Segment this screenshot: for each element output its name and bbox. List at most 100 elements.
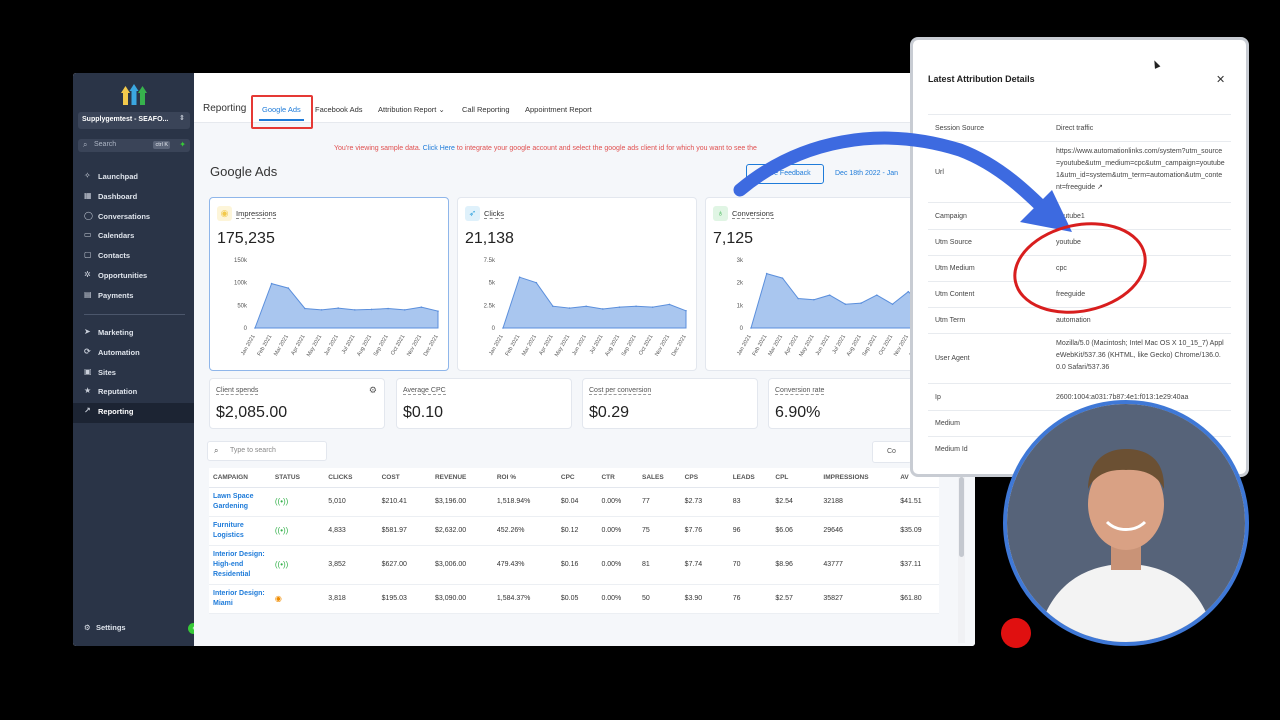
bolt-icon[interactable]: ✦ bbox=[179, 140, 186, 149]
attribution-value[interactable]: https://www.automationlinks.com/system?u… bbox=[1056, 146, 1226, 194]
column-header-status[interactable]: STATUS bbox=[270, 468, 325, 488]
cell-cpl: $2.57 bbox=[771, 584, 820, 614]
table-search-input[interactable]: ⌕ Type to search bbox=[207, 441, 327, 461]
y-tick-label: 50k bbox=[237, 303, 248, 309]
cell-clicks: 3,818 bbox=[324, 584, 378, 614]
attribution-row-utm-content: Utm Content freeguide bbox=[928, 281, 1231, 307]
table-row: Interior Design: High-end Residential ((•… bbox=[209, 545, 939, 585]
cell-leads: 76 bbox=[728, 584, 772, 614]
metric-card-conversions[interactable]: ♁ Conversions 7,125 3k 2k 1k 0 Jan 2021 Feb 2021… bbox=[705, 197, 935, 371]
sidebar-item-conversations[interactable]: ◯ Conversations bbox=[73, 208, 194, 228]
metric-card-clicks[interactable]: ➶ Clicks 21,138 7.5k 5k 2.5k 0 Jan 2021 Feb 2021… bbox=[457, 197, 697, 371]
column-header-cps[interactable]: CPS bbox=[680, 468, 729, 488]
column-header-revenue[interactable]: REVENUE bbox=[430, 468, 493, 488]
campaign-link[interactable]: Interior Design: Miami bbox=[209, 584, 271, 614]
sidebar-item-dashboard[interactable]: ▦ Dashboard bbox=[73, 188, 194, 208]
column-header-ctr[interactable]: CTR bbox=[597, 468, 638, 488]
sidebar-item-label: Automation bbox=[98, 347, 140, 357]
close-icon[interactable]: ✕ bbox=[1216, 73, 1225, 86]
x-tick-label: Jul 2021 bbox=[341, 334, 357, 355]
x-tick-label: Oct 2021 bbox=[638, 334, 654, 356]
banner-text: You're viewing sample data. bbox=[334, 145, 423, 152]
date-range-picker[interactable]: Dec 18th 2022 - Jan bbox=[835, 170, 898, 177]
data-point bbox=[420, 306, 423, 308]
columns-button[interactable]: Co bbox=[872, 441, 912, 463]
stat-value: $0.10 bbox=[403, 404, 444, 421]
campaign-link[interactable]: Furniture Logistics bbox=[209, 516, 271, 546]
x-tick-label: Mar 2021 bbox=[521, 334, 538, 357]
y-tick-label: 0 bbox=[740, 326, 744, 332]
sidebar-item-calendars[interactable]: ▭ Calendars bbox=[73, 227, 194, 247]
record-indicator bbox=[1001, 618, 1031, 648]
cell-cpc: $0.05 bbox=[556, 584, 598, 614]
integrate-link[interactable]: Click Here bbox=[423, 145, 455, 152]
column-header-roi[interactable]: ROI % bbox=[492, 468, 557, 488]
status-cell: ((•)) bbox=[270, 516, 325, 546]
table-scrollbar[interactable] bbox=[958, 473, 965, 643]
column-header-label: AV bbox=[900, 473, 909, 481]
x-tick-label: Sep 2021 bbox=[373, 334, 390, 357]
gear-icon[interactable]: ⚙ bbox=[369, 385, 377, 396]
sidebar-item-contacts[interactable]: ▢ Contacts bbox=[73, 247, 194, 267]
cell-cost: $210.41 bbox=[377, 487, 431, 517]
column-header-cost[interactable]: COST bbox=[377, 468, 431, 488]
column-header-impressions[interactable]: IMPRESSIONS bbox=[819, 468, 897, 488]
cell-cpl: $8.96 bbox=[771, 545, 820, 585]
sidebar-item-reporting[interactable]: ↗ Reporting bbox=[73, 403, 194, 423]
location-switcher[interactable]: Supplygemtest - SEAFO... ⇕ bbox=[78, 112, 190, 129]
data-point bbox=[828, 294, 831, 296]
tab-attribution-report[interactable]: Attribution Report ⌄ bbox=[378, 105, 445, 114]
cell-cost: $627.00 bbox=[377, 545, 431, 585]
sidebar-search[interactable]: ⌕ Search ctrl K ✦ bbox=[78, 139, 190, 152]
column-header-campaign[interactable]: CAMPAIGN bbox=[209, 468, 271, 488]
sidebar-item-payments[interactable]: ▤ Payments bbox=[73, 287, 194, 307]
stat-label: Average CPC bbox=[403, 387, 446, 395]
cell-sales: 81 bbox=[637, 545, 681, 585]
sidebar-item-label: Sites bbox=[98, 367, 116, 377]
data-point bbox=[568, 307, 571, 309]
person-silhouette-icon bbox=[1007, 404, 1245, 642]
sidebar-item-launchpad[interactable]: ✧ Launchpad bbox=[73, 168, 194, 188]
data-point bbox=[287, 287, 290, 289]
attribution-key: Utm Term bbox=[935, 317, 966, 324]
tab-facebook-ads[interactable]: Facebook Ads bbox=[315, 105, 363, 114]
data-point bbox=[891, 303, 894, 305]
column-header-leads[interactable]: LEADS bbox=[728, 468, 772, 488]
column-header-sales[interactable]: SALES bbox=[637, 468, 681, 488]
attribution-key: Utm Content bbox=[935, 291, 975, 298]
sidebar-item-automation[interactable]: ⟳ Automation bbox=[73, 344, 194, 364]
cell-clicks: 4,833 bbox=[324, 516, 378, 546]
column-header-label: CPL bbox=[775, 473, 789, 481]
cell-av: $61.80 bbox=[896, 584, 939, 614]
sidebar-item-label: Opportunities bbox=[98, 270, 148, 280]
column-header-clicks[interactable]: CLICKS bbox=[324, 468, 378, 488]
sidebar-item-opportunities[interactable]: ✲ Opportunities bbox=[73, 267, 194, 287]
column-header-cpc[interactable]: CPC bbox=[556, 468, 598, 488]
campaign-link[interactable]: Lawn Space Gardening bbox=[209, 487, 271, 517]
page-title: Google Ads bbox=[210, 164, 278, 179]
top-bar: Reporting Google Ads Facebook Ads Attrib… bbox=[194, 73, 975, 129]
cell-cps: $3.90 bbox=[680, 584, 729, 614]
broadcast-icon: ((•)) bbox=[274, 526, 289, 535]
cell-revenue: $2,632.00 bbox=[430, 516, 493, 546]
campaign-link[interactable]: Interior Design: High-end Residential bbox=[209, 545, 271, 585]
cell-ctr: 0.00% bbox=[597, 516, 638, 546]
column-header-label: CTR bbox=[601, 473, 615, 481]
sidebar-item-reputation[interactable]: ★ Reputation bbox=[73, 383, 194, 403]
column-header-cpl[interactable]: CPL bbox=[771, 468, 820, 488]
sidebar-item-sites[interactable]: ▣ Sites bbox=[73, 364, 194, 384]
tab-call-reporting[interactable]: Call Reporting bbox=[462, 105, 510, 114]
sidebar-item-marketing[interactable]: ➤ Marketing bbox=[73, 324, 194, 344]
share-feedback-button[interactable]: Share Feedback bbox=[746, 164, 824, 184]
tab-appointment-report[interactable]: Appointment Report bbox=[525, 105, 592, 114]
sample-data-banner: You're viewing sample data. Click Here t… bbox=[334, 145, 757, 152]
data-point bbox=[535, 281, 538, 284]
column-header-label: CPS bbox=[684, 473, 699, 481]
opportunities-icon: ✲ bbox=[84, 269, 91, 279]
attribution-value: youtube bbox=[1056, 239, 1081, 246]
metric-card-impressions[interactable]: ◉ Impressions 175,235 150k 100k 50k 0 Jan 2021 F… bbox=[209, 197, 449, 371]
sidebar-item-label: Settings bbox=[96, 623, 126, 632]
sidebar-item-settings[interactable]: ⚙ Settings bbox=[84, 623, 126, 632]
cell-clicks: 5,010 bbox=[324, 487, 378, 517]
scrollbar-thumb[interactable] bbox=[959, 477, 964, 557]
